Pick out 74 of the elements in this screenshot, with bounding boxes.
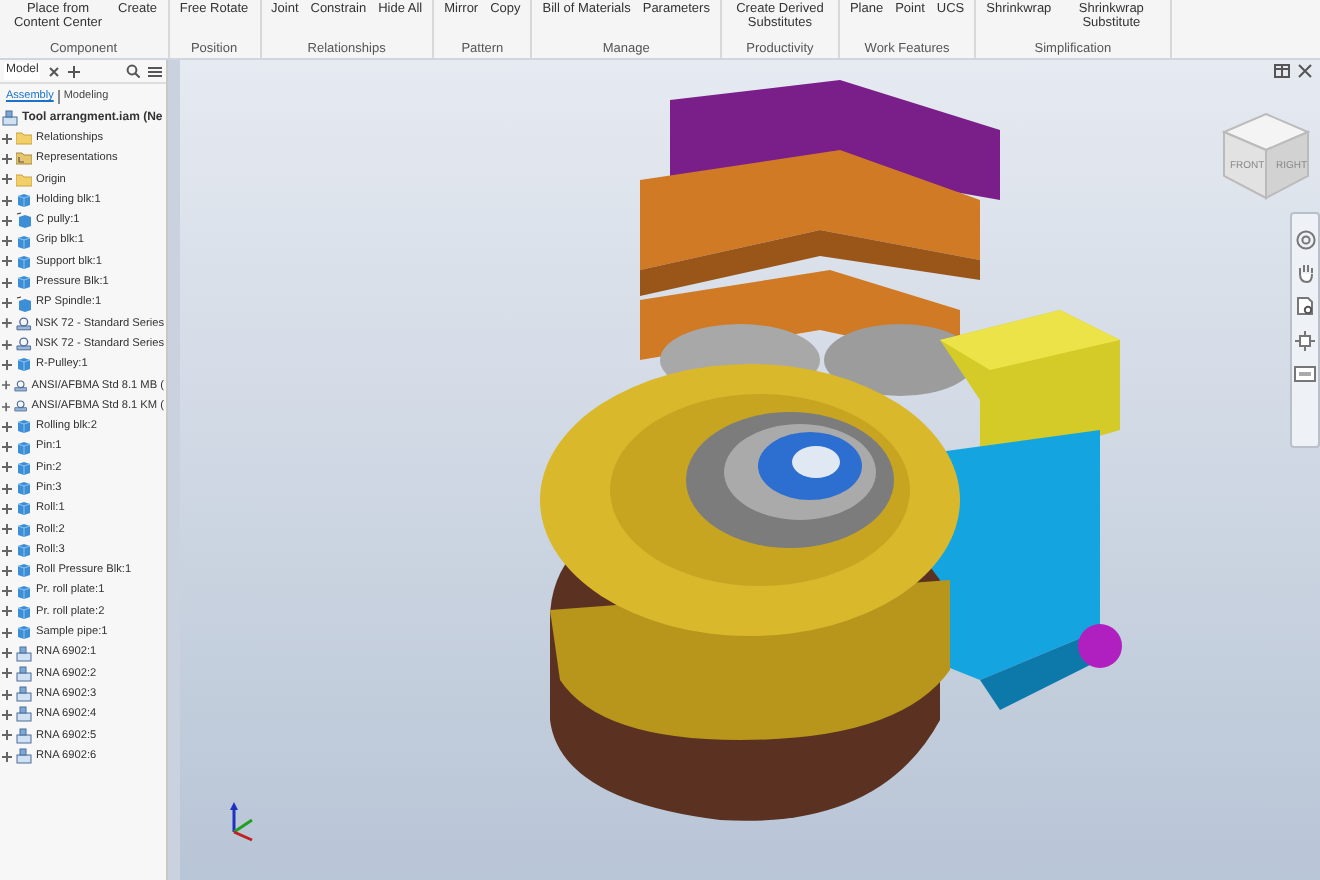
zoom-window-icon[interactable]: [1295, 296, 1315, 318]
expand-icon[interactable]: [2, 668, 12, 679]
folder-icon: [16, 171, 32, 188]
bearing-icon: [14, 377, 28, 394]
folder-icon: [16, 150, 32, 167]
expand-icon[interactable]: [2, 318, 12, 329]
expand-icon[interactable]: [2, 298, 12, 309]
bearing-icon: [14, 398, 28, 414]
expand-icon[interactable]: [2, 586, 12, 597]
cube-icon: [16, 274, 32, 291]
cube-icon: [16, 624, 32, 641]
expand-icon[interactable]: [2, 277, 12, 288]
cube-icon: [16, 233, 32, 250]
expand-icon[interactable]: [2, 236, 12, 247]
cube-icon: [16, 459, 32, 476]
assembly-icon: [16, 748, 32, 765]
folder-icon: [16, 130, 32, 147]
expand-icon[interactable]: [2, 503, 12, 514]
cube-icon: [16, 542, 32, 559]
menu-icon[interactable]: [148, 65, 162, 77]
search-icon[interactable]: [126, 64, 140, 78]
view-face-icon[interactable]: [1294, 364, 1316, 382]
expand-icon[interactable]: [2, 133, 12, 144]
expand-icon[interactable]: [2, 195, 12, 206]
cube-icon: [16, 500, 32, 517]
steering-wheel-icon[interactable]: [1295, 230, 1315, 250]
expand-icon[interactable]: [2, 565, 12, 576]
orbit-icon[interactable]: [1294, 330, 1316, 352]
cube-icon: [16, 212, 32, 229]
cube-icon: [16, 418, 32, 435]
expand-icon[interactable]: [2, 483, 12, 494]
expand-icon[interactable]: [2, 339, 12, 350]
expand-icon[interactable]: [2, 442, 12, 453]
expand-icon[interactable]: [2, 421, 12, 432]
expand-icon[interactable]: [2, 401, 11, 411]
cube-icon: [16, 253, 32, 270]
expand-icon[interactable]: [2, 215, 12, 226]
expand-icon[interactable]: [2, 174, 12, 185]
expand-icon[interactable]: [2, 751, 12, 762]
expand-icon[interactable]: [2, 606, 12, 617]
cube-icon: [16, 295, 32, 312]
cube-icon: [16, 480, 32, 497]
plus-icon[interactable]: [68, 65, 81, 77]
cube-icon: [16, 562, 32, 579]
cube-icon: [16, 356, 32, 373]
bearing-icon: [15, 336, 32, 353]
expand-icon[interactable]: [2, 380, 11, 391]
expand-icon[interactable]: [2, 256, 12, 267]
cube-icon: [16, 583, 32, 600]
expand-icon[interactable]: [2, 627, 12, 638]
hand-icon[interactable]: [1295, 262, 1315, 284]
expand-icon[interactable]: [2, 648, 12, 659]
expand-icon[interactable]: [2, 730, 12, 741]
restore-icon[interactable]: [1274, 64, 1290, 78]
assembly-icon: [16, 706, 32, 723]
bearing-icon: [15, 315, 32, 332]
cube-icon: [16, 192, 32, 209]
cube-icon: [16, 521, 32, 538]
close-icon[interactable]: [1298, 64, 1312, 78]
expand-icon[interactable]: [2, 153, 12, 164]
assembly-icon: [2, 110, 18, 126]
close-icon[interactable]: [48, 65, 61, 77]
assembly-icon: [16, 645, 32, 662]
expand-icon[interactable]: [2, 545, 12, 556]
assembly-icon: [16, 665, 32, 682]
cube-icon: [16, 439, 32, 456]
assembly-icon: [16, 686, 32, 703]
expand-icon[interactable]: [2, 689, 12, 700]
expand-icon[interactable]: [2, 524, 12, 535]
expand-icon[interactable]: [2, 709, 12, 720]
expand-icon[interactable]: [2, 462, 12, 473]
assembly-icon: [16, 727, 32, 744]
cube-icon: [16, 603, 32, 620]
expand-icon[interactable]: [2, 359, 12, 370]
